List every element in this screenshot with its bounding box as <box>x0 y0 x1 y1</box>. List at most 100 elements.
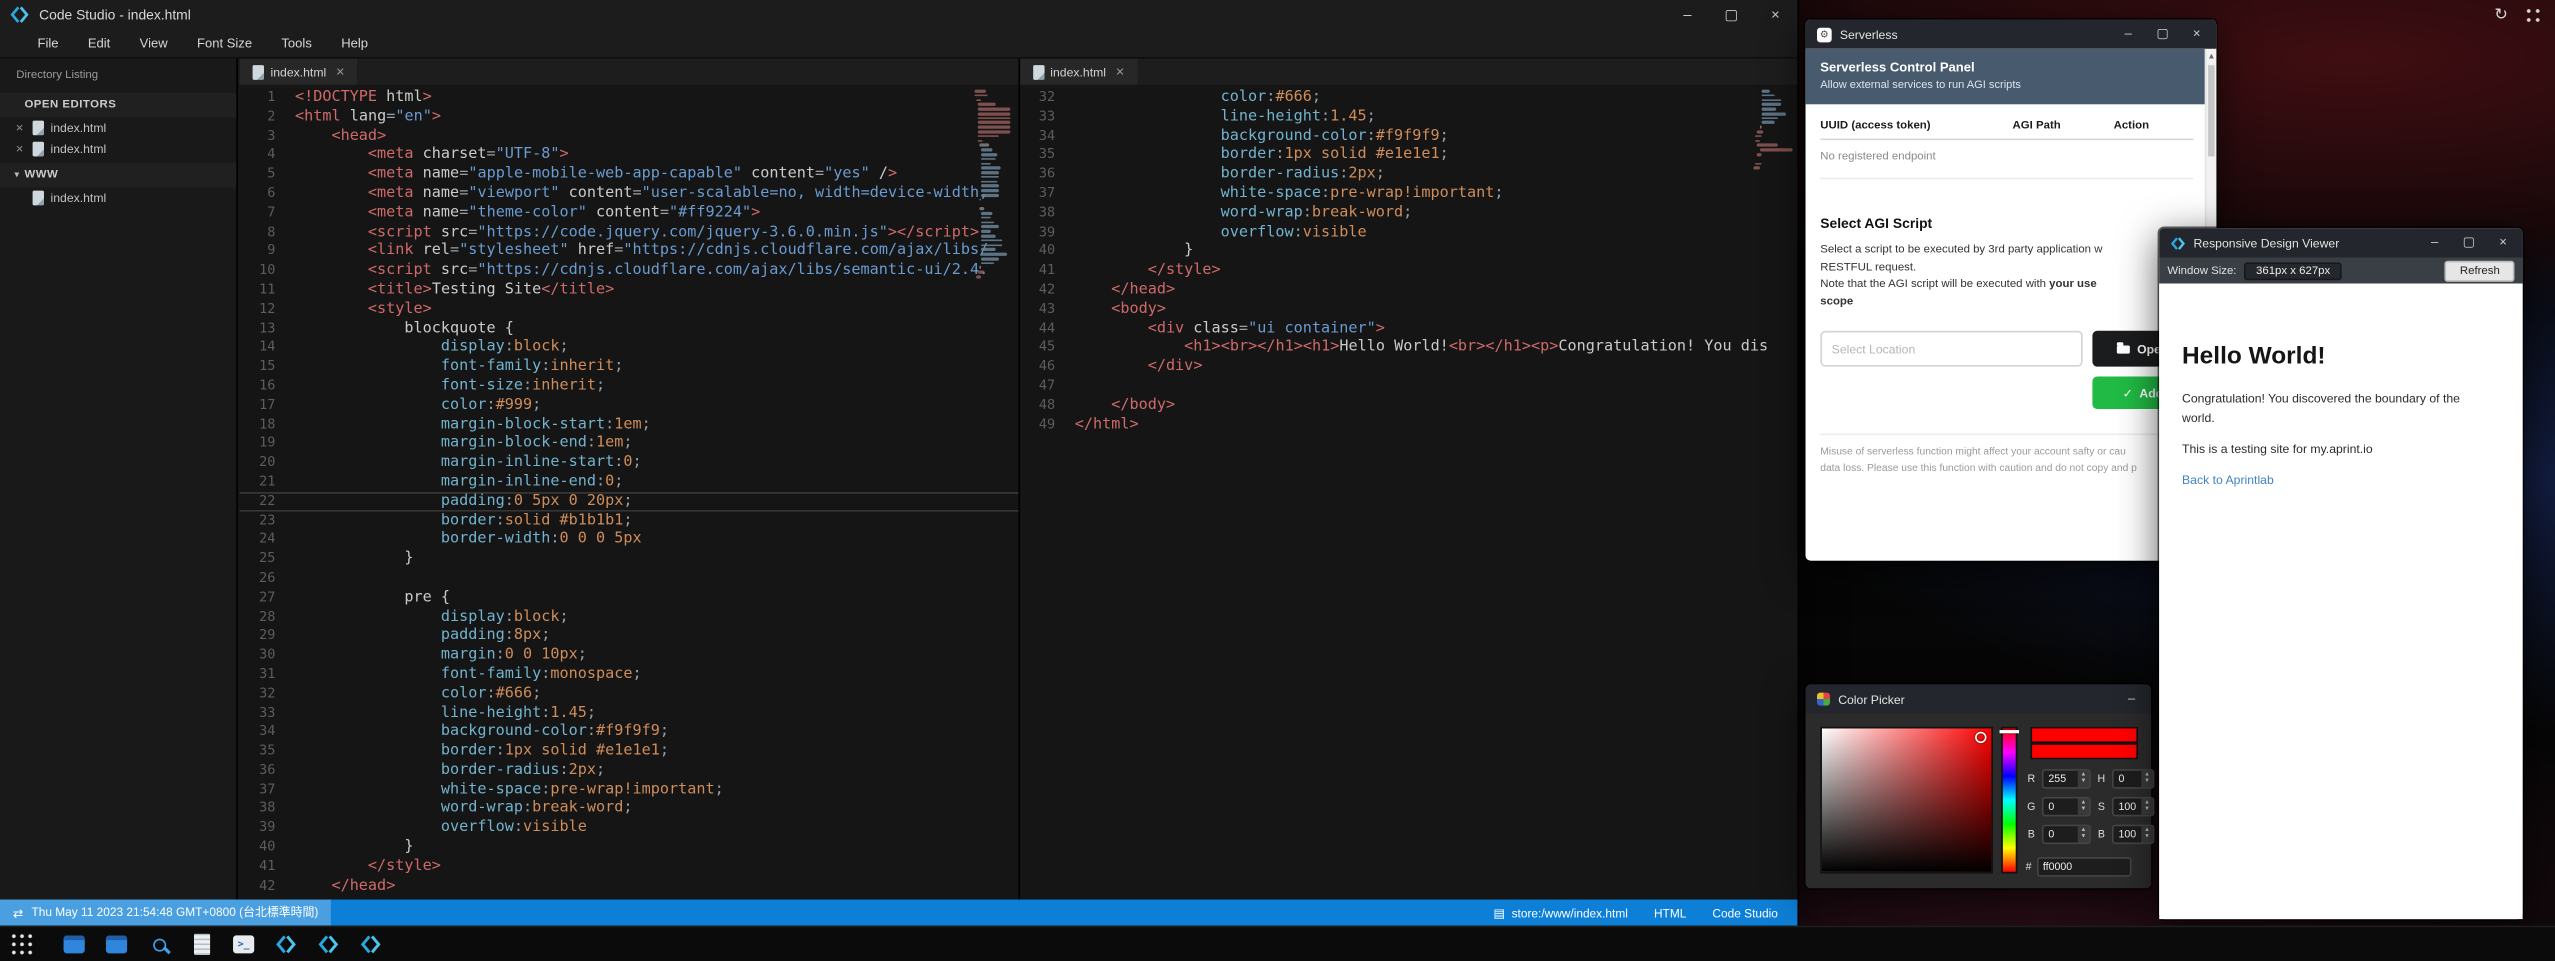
line-number: 39 <box>240 819 295 838</box>
menu-help[interactable]: Help <box>327 36 383 51</box>
close-button[interactable]: × <box>1753 0 1797 29</box>
minimize-button[interactable]: – <box>2120 28 2136 41</box>
status-app-name[interactable]: Code Studio <box>1712 905 1777 920</box>
code-line-23: 23 border:solid #b1b1b1; <box>240 511 1018 530</box>
sidebar-item-index.html[interactable]: ×index.html <box>0 117 236 138</box>
line-number: 41 <box>240 857 295 876</box>
field-input-G[interactable]: 0▲▼ <box>2042 797 2091 817</box>
code-text: <body> <box>1075 299 1798 318</box>
line-number: 29 <box>240 626 295 645</box>
minimize-button[interactable]: – <box>2123 693 2139 706</box>
code-area[interactable]: 1<!DOCTYPE html>2<html lang="en">3 <head… <box>240 85 1018 900</box>
close-icon[interactable]: × <box>13 121 26 134</box>
field-label-R: R <box>2026 773 2037 784</box>
code-text: </head> <box>1075 280 1798 299</box>
code-text <box>295 569 1018 588</box>
tab-close-icon[interactable]: × <box>1116 64 1125 79</box>
menu-file[interactable]: File <box>23 36 73 51</box>
color-cursor-icon[interactable] <box>1975 732 1986 743</box>
tab-index-html[interactable]: index.html× <box>240 59 358 85</box>
minimize-button[interactable]: – <box>1665 0 1709 29</box>
hue-slider[interactable] <box>2001 727 2017 874</box>
hex-input[interactable]: ff0000 <box>2036 857 2131 877</box>
stepper-icon[interactable]: ▲▼ <box>2141 771 2152 787</box>
field-input-R[interactable]: 255▲▼ <box>2042 769 2091 789</box>
code-studio-logo-icon <box>360 934 381 955</box>
sidebar-section-open-editors[interactable]: ▾OPEN EDITORS <box>0 93 236 117</box>
code-line-45: 45 <h1><br></h1><h1>Hello World!<br></h1… <box>1019 338 1797 357</box>
status-datetime[interactable]: ⇄ Thu May 11 2023 21:54:48 GMT+0800 (台北標… <box>0 900 331 926</box>
field-input-B[interactable]: 0▲▼ <box>2042 825 2091 845</box>
sidebar-item-index.html[interactable]: ×index.html <box>0 187 236 208</box>
code-line-5: 5 <meta name="apple-mobile-web-app-capab… <box>240 165 1018 184</box>
field-input-H[interactable]: 0▲▼ <box>2112 769 2154 789</box>
notes-app-icon[interactable] <box>189 932 213 956</box>
code-line-17: 17 color:#999; <box>240 396 1018 415</box>
table-column-uuid-access-token: UUID (access token) <box>1820 121 2012 132</box>
line-number: 33 <box>1019 107 1074 126</box>
status-language[interactable]: HTML <box>1654 905 1686 920</box>
color-picker-title-bar[interactable]: Color Picker – <box>1806 684 2151 713</box>
minimap[interactable] <box>1753 90 1792 172</box>
maximize-button[interactable]: ▢ <box>1709 0 1753 29</box>
saturation-value-field[interactable] <box>1820 727 1993 874</box>
code-text: font-size:inherit; <box>295 376 1018 395</box>
serverless-icon: ⚙ <box>1817 27 1832 42</box>
files-app-icon[interactable] <box>62 932 86 956</box>
tab-index-html[interactable]: index.html× <box>1019 59 1137 85</box>
maximize-button[interactable]: ▢ <box>2154 28 2170 41</box>
file-icon <box>1032 64 1043 79</box>
code-text: } <box>295 838 1018 857</box>
close-icon[interactable]: × <box>13 143 26 156</box>
code-line-6: 6 <meta name="viewport" content="user-sc… <box>240 184 1018 203</box>
menu-font-size[interactable]: Font Size <box>182 36 266 51</box>
refresh-button[interactable]: Refresh <box>2445 260 2514 281</box>
terminal-icon: >_ <box>233 935 254 953</box>
status-file-path[interactable]: ▤ store:/www/index.html <box>1494 905 1628 920</box>
code-text: border-radius:2px; <box>1075 165 1798 184</box>
menu-tools[interactable]: Tools <box>267 36 327 51</box>
close-button[interactable]: × <box>2495 236 2511 249</box>
code-line-27: 27 pre { <box>240 588 1018 607</box>
code-text: <html lang="en"> <box>295 107 1018 126</box>
app-launcher-button[interactable] <box>0 926 42 961</box>
scrollbar-thumb[interactable] <box>2208 65 2215 156</box>
search-app-icon[interactable] <box>147 932 171 956</box>
agi-script-location-input[interactable] <box>1820 331 2082 367</box>
line-number: 36 <box>1019 165 1074 184</box>
code-area[interactable]: 32 color:#666;33 line-height:1.45;34 bac… <box>1019 85 1797 900</box>
scroll-up-icon[interactable]: ▲ <box>2206 49 2216 62</box>
apps-grid-icon[interactable] <box>2524 7 2542 25</box>
window-size-value[interactable]: 361px x 627px <box>2245 262 2342 280</box>
field-input-B[interactable]: 100▲▼ <box>2112 825 2154 845</box>
terminal-app-icon[interactable]: >_ <box>231 932 255 956</box>
field-input-S[interactable]: 100▲▼ <box>2112 797 2154 817</box>
refresh-icon[interactable]: ↻ <box>2494 7 2508 23</box>
menu-edit[interactable]: Edit <box>73 36 125 51</box>
hue-marker-icon[interactable] <box>2000 730 2020 733</box>
title-bar[interactable]: Code Studio - index.html – ▢ × <box>0 0 1797 29</box>
close-button[interactable]: × <box>2189 28 2205 41</box>
minimize-button[interactable]: – <box>2426 236 2442 249</box>
stepper-icon[interactable]: ▲▼ <box>2141 826 2152 842</box>
minimap[interactable] <box>974 90 1013 280</box>
menu-view[interactable]: View <box>125 36 182 51</box>
stepper-icon[interactable]: ▲▼ <box>2078 799 2089 815</box>
code-studio-icon-3[interactable] <box>359 932 383 956</box>
stepper-icon[interactable]: ▲▼ <box>2078 771 2089 787</box>
viewer-title-bar[interactable]: Responsive Design Viewer – ▢ × <box>2159 228 2522 257</box>
stepper-icon[interactable]: ▲▼ <box>2078 826 2089 842</box>
maximize-button[interactable]: ▢ <box>2461 236 2477 249</box>
previous-color-swatch <box>2030 743 2138 759</box>
sidebar-item-index.html[interactable]: ×index.html <box>0 139 236 160</box>
back-to-aprintlab-link[interactable]: Back to Aprintlab <box>2182 473 2274 488</box>
explorer-app-icon[interactable] <box>104 932 128 956</box>
code-studio-icon-2[interactable] <box>316 932 340 956</box>
tab-close-icon[interactable]: × <box>336 64 345 79</box>
sidebar-section-www[interactable]: ▾WWW <box>0 163 236 187</box>
code-studio-icon-1[interactable] <box>274 932 298 956</box>
line-number: 8 <box>240 223 295 242</box>
stepper-icon[interactable]: ▲▼ <box>2141 799 2152 815</box>
serverless-title-bar[interactable]: ⚙ Serverless – ▢ × <box>1806 20 2217 49</box>
code-studio-window: Code Studio - index.html – ▢ × FileEditV… <box>0 0 1797 926</box>
